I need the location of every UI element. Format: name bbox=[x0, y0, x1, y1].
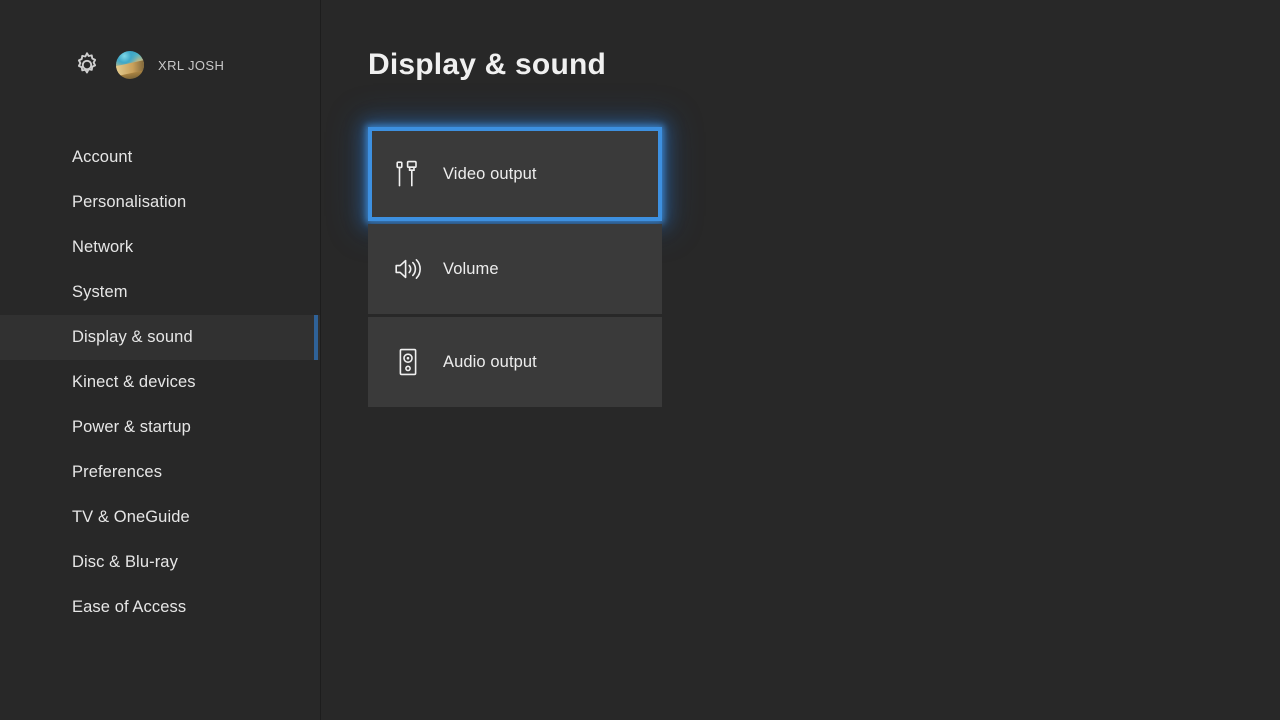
sidebar-item-label: TV & OneGuide bbox=[72, 508, 190, 526]
sidebar-item-preferences[interactable]: Preferences bbox=[0, 450, 320, 495]
sidebar-nav: Account Personalisation Network System Displ… bbox=[0, 135, 320, 630]
sidebar-item-label: Power & startup bbox=[72, 418, 191, 436]
sidebar-item-label: Account bbox=[72, 148, 133, 166]
sidebar-item-label: System bbox=[72, 283, 128, 301]
page-title: Display & sound bbox=[368, 48, 607, 81]
speaker-box-icon bbox=[393, 347, 423, 377]
sidebar-item-account[interactable]: Account bbox=[0, 135, 320, 180]
video-cable-icon bbox=[393, 159, 423, 189]
account-header[interactable]: XRL JOSH bbox=[72, 50, 224, 80]
settings-tile-list: Video output Volume Audio output bbox=[368, 127, 662, 407]
sidebar-selection-indicator bbox=[314, 315, 318, 360]
gamertag: XRL JOSH bbox=[158, 57, 225, 73]
speaker-volume-icon bbox=[393, 254, 423, 284]
tile-audio-output[interactable]: Audio output bbox=[368, 317, 662, 407]
sidebar-item-label: Display & sound bbox=[72, 328, 193, 346]
tile-label: Audio output bbox=[443, 352, 537, 371]
sidebar-item-label: Disc & Blu-ray bbox=[72, 553, 178, 571]
xbox-settings-screen: XRL JOSH Account Personalisation Network Sy… bbox=[0, 0, 1280, 720]
sidebar-item-label: Preferences bbox=[72, 463, 163, 481]
sidebar-item-disc-and-blu-ray[interactable]: Disc & Blu-ray bbox=[0, 540, 320, 585]
sidebar-item-system[interactable]: System bbox=[0, 270, 320, 315]
sidebar-item-personalisation[interactable]: Personalisation bbox=[0, 180, 320, 225]
tile-video-output[interactable]: Video output bbox=[368, 127, 662, 221]
gear-icon[interactable] bbox=[72, 50, 102, 80]
sidebar-item-label: Personalisation bbox=[72, 193, 187, 211]
sidebar-item-label: Network bbox=[72, 238, 134, 256]
tile-body: Volume bbox=[368, 224, 662, 314]
tile-label: Volume bbox=[443, 259, 499, 278]
sidebar: XRL JOSH Account Personalisation Network Sy… bbox=[0, 0, 320, 720]
tile-body: Audio output bbox=[368, 317, 662, 407]
main-content: Display & sound Video output Volume Audio … bbox=[321, 0, 1280, 720]
sidebar-item-power-and-startup[interactable]: Power & startup bbox=[0, 405, 320, 450]
tile-volume[interactable]: Volume bbox=[368, 224, 662, 314]
tile-label: Video output bbox=[443, 164, 537, 183]
sidebar-item-kinect-and-devices[interactable]: Kinect & devices bbox=[0, 360, 320, 405]
sidebar-item-ease-of-access[interactable]: Ease of Access bbox=[0, 585, 320, 630]
sidebar-item-label: Kinect & devices bbox=[72, 373, 196, 391]
sidebar-item-display-and-sound[interactable]: Display & sound bbox=[0, 315, 320, 360]
sidebar-item-network[interactable]: Network bbox=[0, 225, 320, 270]
avatar[interactable] bbox=[116, 51, 144, 79]
sidebar-item-label: Ease of Access bbox=[72, 598, 187, 616]
sidebar-item-tv-and-oneguide[interactable]: TV & OneGuide bbox=[0, 495, 320, 540]
tile-body: Video output bbox=[372, 131, 658, 217]
